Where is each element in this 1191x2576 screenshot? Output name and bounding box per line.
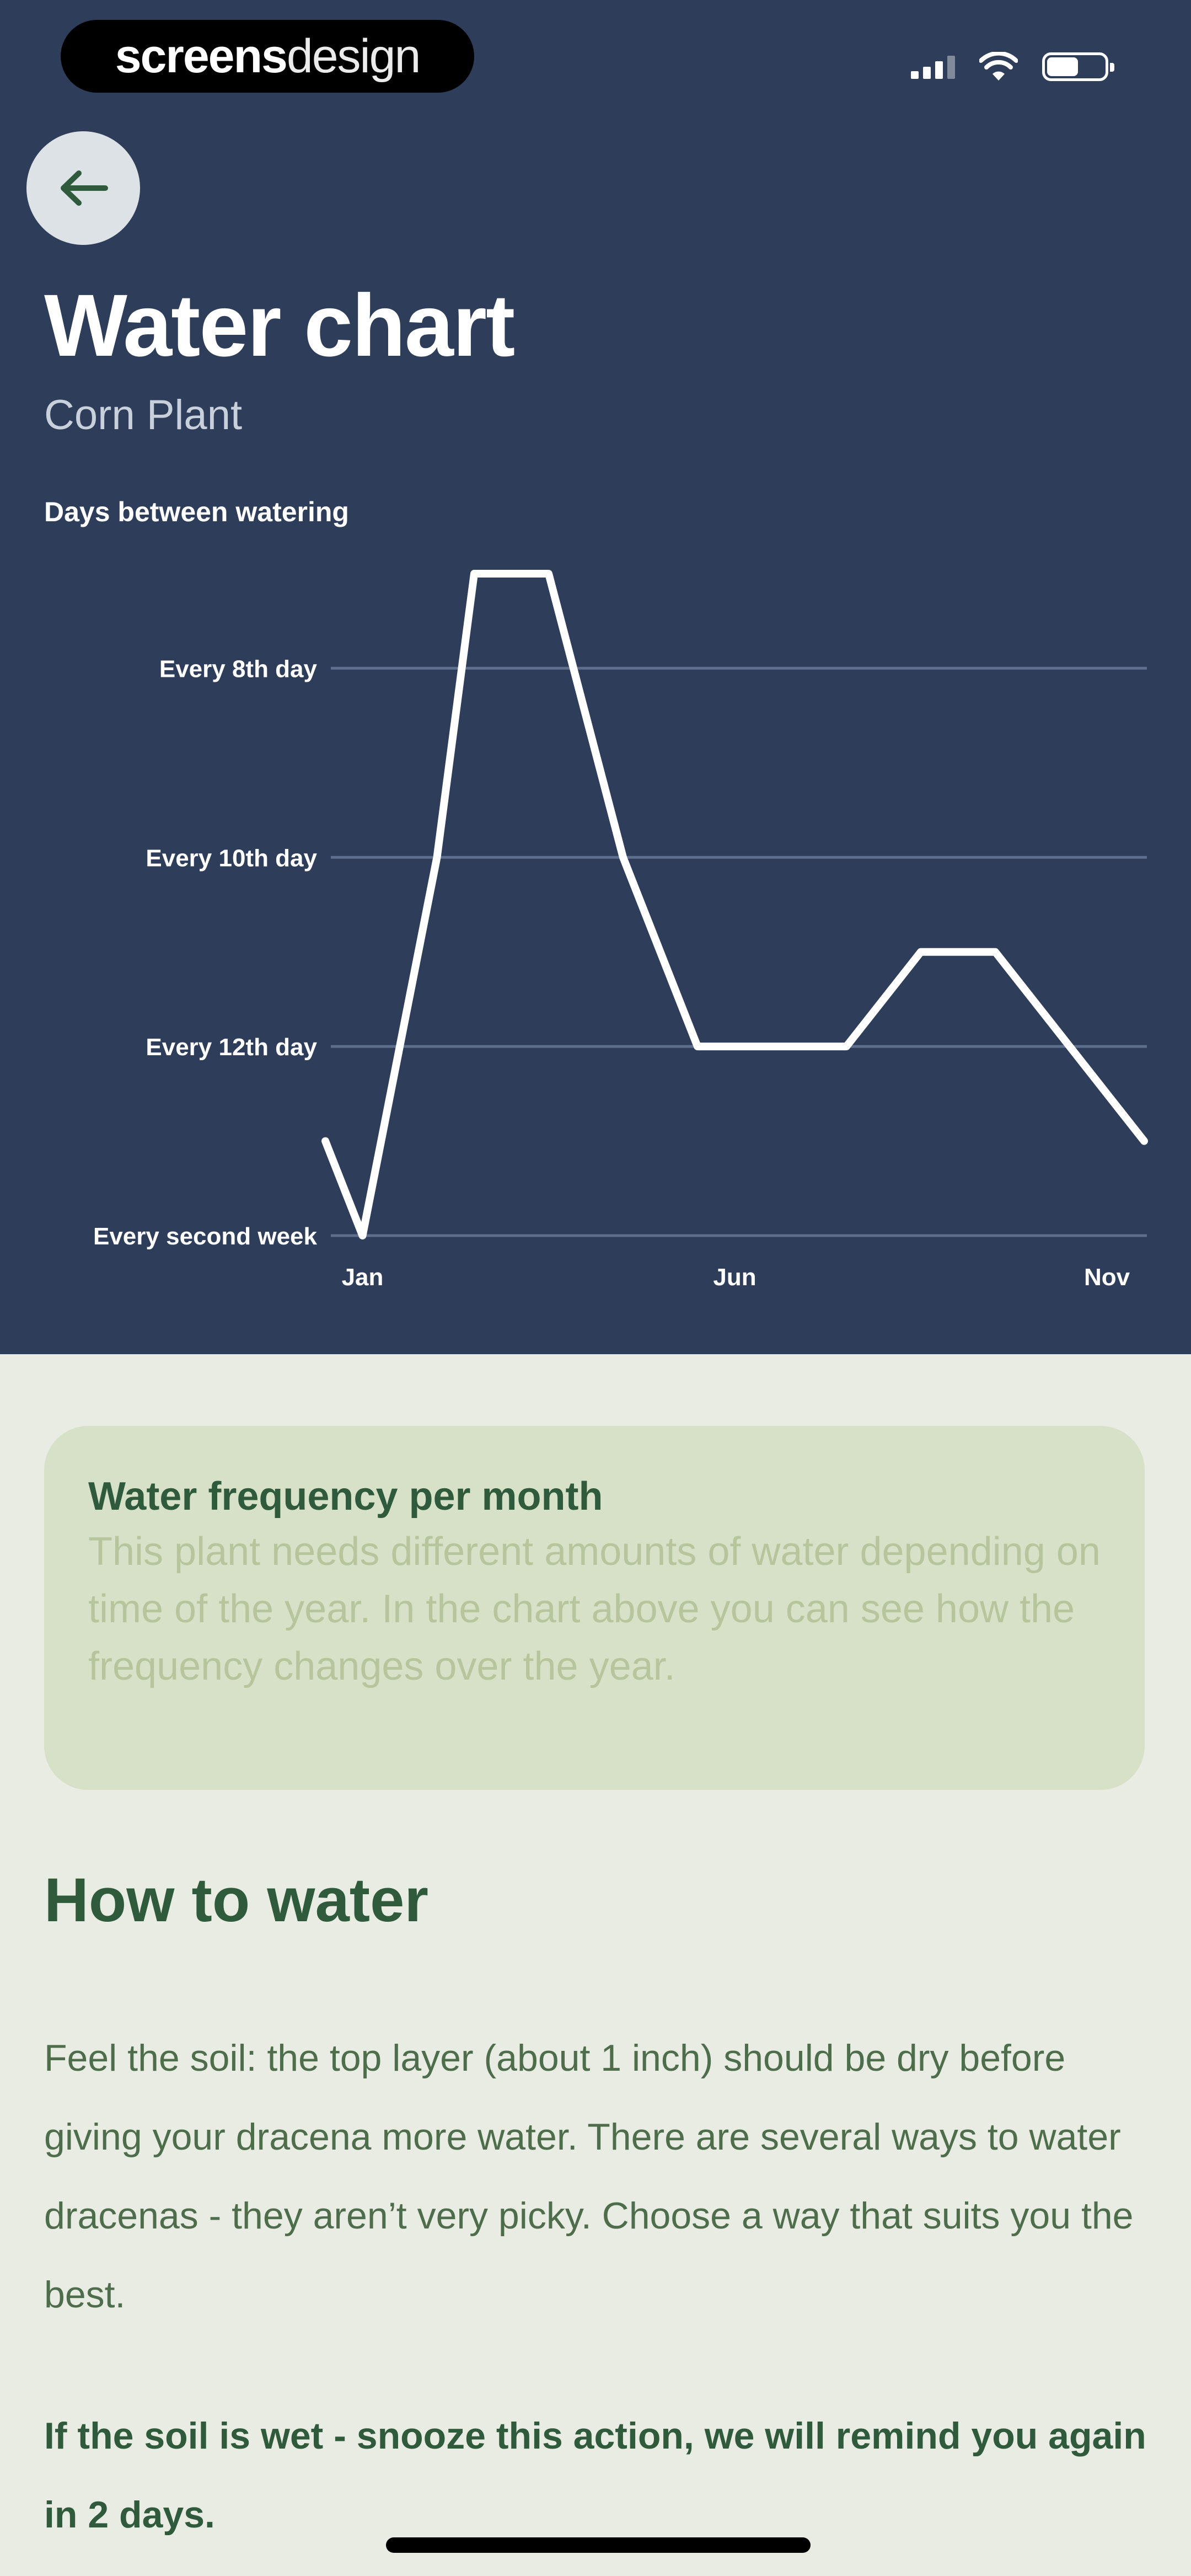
chart-y-axis-label: Days between watering	[44, 496, 349, 527]
status-icons	[911, 47, 1114, 86]
wifi-icon	[979, 52, 1018, 81]
y-tick-label: Every 8th day	[159, 655, 318, 682]
x-tick-label: Jun	[713, 1264, 756, 1291]
plant-name: Corn Plant	[44, 392, 243, 439]
logo-light-text: design	[286, 30, 421, 83]
arrow-left-icon	[61, 170, 108, 206]
cellular-signal-icon	[911, 55, 955, 79]
y-tick-label: Every 12th day	[146, 1034, 317, 1061]
y-tick-label: Every 10th day	[146, 845, 317, 872]
x-tick-label: Jan	[342, 1264, 384, 1291]
water-frequency-chart: Every 8th day Every 10th day Every 12th da…	[93, 570, 1148, 1291]
info-card-title: Water frequency per month	[88, 1474, 603, 1519]
watering-frequency-line	[321, 570, 1148, 1239]
page-title: Water chart	[44, 276, 515, 375]
back-button[interactable]	[26, 131, 140, 245]
how-to-water-text: Feel the soil: the top layer (about 1 in…	[44, 2037, 1134, 2316]
logo-bold-text: screens	[115, 30, 288, 83]
battery-icon	[1042, 52, 1114, 81]
snooze-note: If the soil is wet - snooze this action,…	[44, 2415, 1146, 2536]
water-frequency-info-card: Water frequency per month This plant nee…	[44, 1426, 1145, 1790]
battery-fill	[1047, 57, 1079, 76]
home-indicator	[386, 2537, 811, 2553]
info-card-text: This plant needs different amounts of wa…	[88, 1530, 1101, 1688]
how-to-water-title: How to water	[44, 1866, 428, 1934]
screensdesign-logo: screensdesign	[61, 20, 474, 93]
x-tick-label: Nov	[1084, 1264, 1130, 1291]
header-panel: screensdesign Water chart Corn Plant Day…	[0, 0, 1191, 1354]
y-tick-label: Every second week	[93, 1223, 318, 1250]
